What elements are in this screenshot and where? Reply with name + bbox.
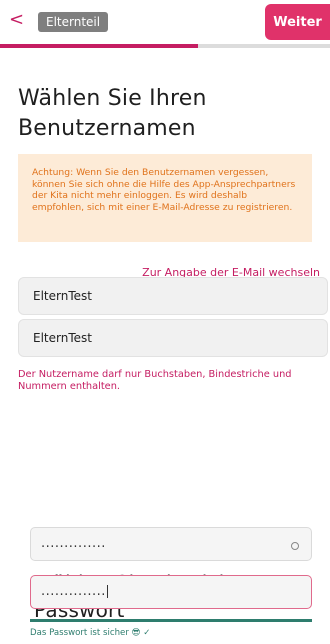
next-button[interactable]: Weiter [265,4,330,40]
top-bar: < Elternteil Weiter [0,0,330,44]
check-icon: ✓ [143,628,151,638]
username-confirm-input[interactable] [18,319,328,357]
eye-icon[interactable] [291,542,299,550]
password-confirm-input[interactable]: .............. [30,575,312,609]
username-hint: Der Nutzername darf nur Buchstaben, Bind… [18,369,292,392]
password-value: .............. [41,536,106,551]
strength-text: Das Passwort ist sicher [30,628,129,638]
password-strength-label: Das Passwort ist sicher 😎 ✓ [30,628,151,639]
username-input[interactable] [18,277,328,315]
progress-bar [0,44,330,48]
role-chip: Elternteil [38,12,109,32]
password-strength-bar [30,619,312,622]
password-confirm-value: .............. [41,584,106,599]
sunglasses-emoji-icon: 😎 [131,628,141,638]
password-input[interactable]: .............. [30,527,312,561]
text-cursor [106,585,108,598]
back-arrow-icon[interactable]: < [9,6,24,34]
progress-fill [0,44,198,48]
warning-box: Achtung: Wenn Sie den Benutzernamen verg… [18,154,312,242]
username-title: Wählen Sie Ihren Benutzernamen [18,86,207,141]
